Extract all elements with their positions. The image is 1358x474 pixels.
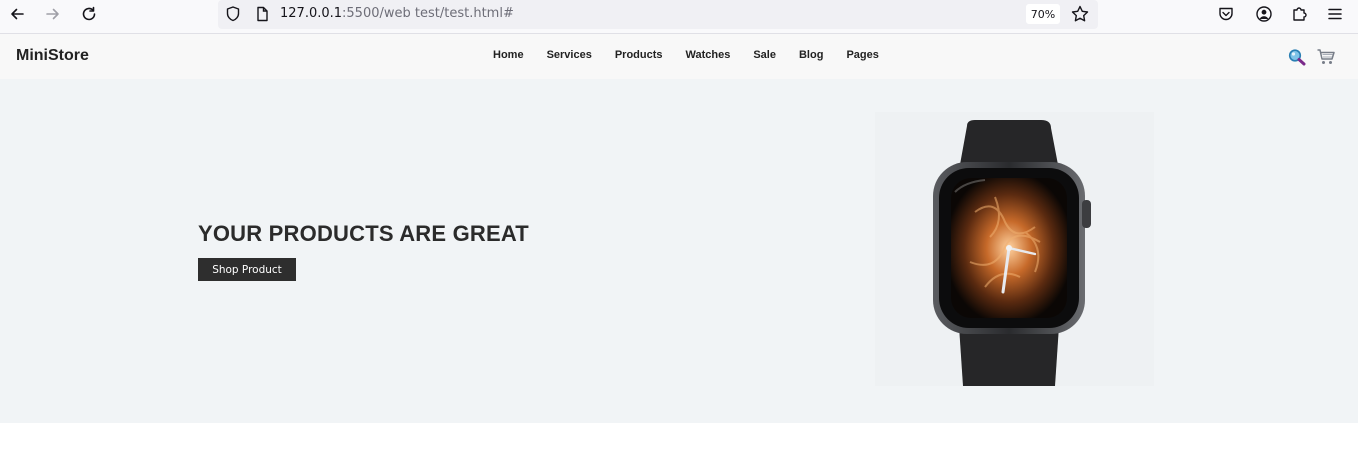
main-nav: Home Services Products Watches Sale Blog… — [493, 49, 902, 61]
cart-icon[interactable] — [1316, 48, 1336, 66]
search-icon[interactable] — [1287, 48, 1307, 66]
site-header: MiniStore Home Services Products Watches… — [0, 34, 1358, 79]
nav-services[interactable]: Services — [547, 49, 592, 61]
url-text[interactable]: 127.0.0.1:5500/web test/test.html# — [280, 6, 514, 21]
arrow-left-icon — [11, 8, 24, 20]
nav-sale[interactable]: Sale — [753, 49, 776, 61]
nav-pages[interactable]: Pages — [846, 49, 878, 61]
nav-home[interactable]: Home — [493, 49, 524, 61]
puzzle-icon — [1293, 7, 1307, 21]
account-icon — [1256, 6, 1272, 22]
url-bar[interactable]: 127.0.0.1:5500/web test/test.html# 70% — [218, 0, 1098, 29]
nav-blog[interactable]: Blog — [799, 49, 823, 61]
bookmark-star-icon[interactable] — [1070, 4, 1090, 24]
forward-button[interactable] — [40, 3, 66, 25]
nav-watches[interactable]: Watches — [686, 49, 731, 61]
watch-illustration — [933, 120, 1091, 386]
pocket-icon — [1219, 7, 1233, 21]
hero-section: YOUR PRODUCTS ARE GREAT Shop Product — [0, 79, 1358, 423]
shop-product-button[interactable]: Shop Product — [198, 258, 296, 281]
url-host: 127.0.0.1 — [280, 6, 343, 21]
page-icon[interactable] — [253, 5, 271, 23]
smartwatch-image — [875, 112, 1154, 386]
hero-title: YOUR PRODUCTS ARE GREAT — [198, 221, 529, 246]
reload-icon — [82, 6, 96, 21]
hamburger-icon — [1328, 8, 1342, 20]
menu-button[interactable] — [1324, 4, 1346, 24]
url-path: :5500/web test/test.html# — [342, 6, 514, 21]
reload-button[interactable] — [76, 3, 102, 25]
back-button[interactable] — [4, 3, 30, 25]
nav-products[interactable]: Products — [615, 49, 663, 61]
extensions-button[interactable] — [1288, 4, 1310, 24]
browser-toolbar: 127.0.0.1:5500/web test/test.html# 70% — [0, 0, 1358, 34]
arrow-right-icon — [46, 8, 59, 20]
pocket-button[interactable] — [1215, 4, 1237, 24]
zoom-level-badge[interactable]: 70% — [1026, 4, 1060, 24]
brand-logo[interactable]: MiniStore — [16, 47, 89, 65]
account-button[interactable] — [1253, 4, 1275, 24]
shield-icon[interactable] — [224, 5, 242, 23]
